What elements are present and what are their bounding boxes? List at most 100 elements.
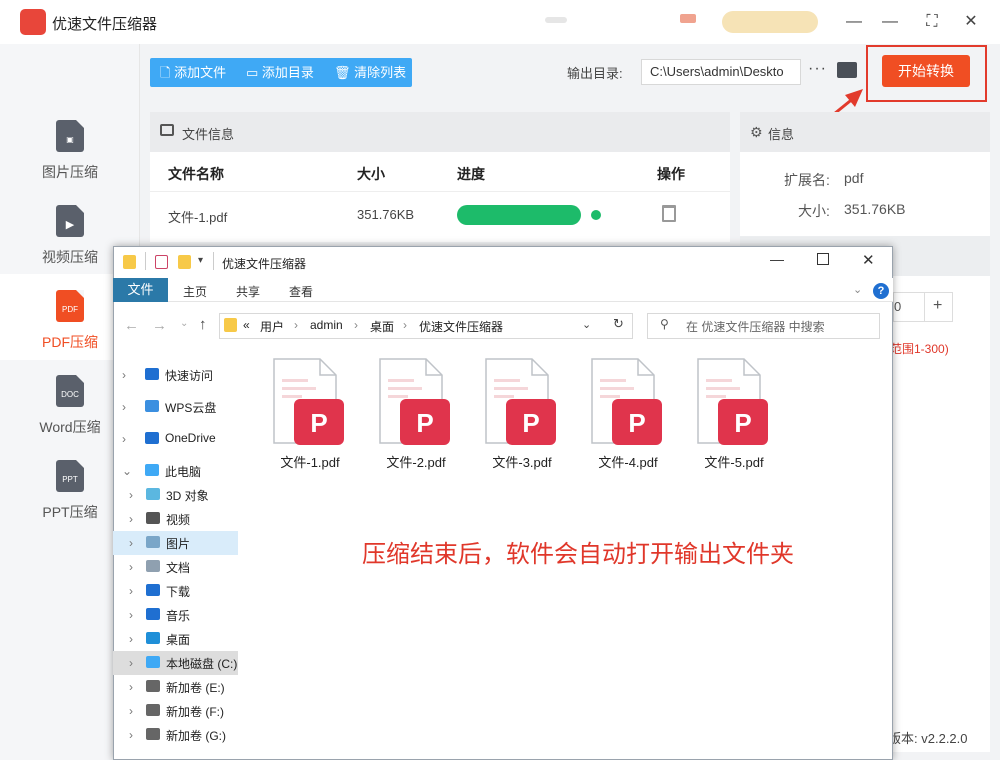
file-name-label[interactable]: 文件-5.pdf — [684, 452, 784, 471]
trash-icon: 🗑 — [334, 65, 355, 80]
delete-icon[interactable] — [662, 205, 676, 222]
properties-icon[interactable] — [155, 255, 168, 269]
increment-button[interactable]: + — [933, 297, 942, 315]
tree-item[interactable]: › 新加卷 (G:) — [113, 723, 238, 747]
chevron-right-icon[interactable]: › — [129, 584, 133, 598]
chevron-right-icon[interactable]: › — [129, 728, 133, 742]
quality-stepper[interactable]: 0 + — [893, 292, 953, 322]
tree-item-label: 新加卷 (F:) — [166, 705, 224, 719]
row-divider — [150, 191, 730, 192]
tree-item[interactable]: › OneDrive — [113, 427, 238, 451]
tree-item-label: 桌面 — [166, 633, 191, 647]
tree-item-label: 文档 — [166, 561, 191, 575]
address-dropdown-icon[interactable]: ⌄ — [582, 318, 591, 331]
minimize-button-2[interactable]: — — [878, 10, 902, 34]
minimize-button[interactable]: — — [842, 10, 866, 34]
pdf-file-icon[interactable]: P — [272, 357, 346, 447]
version-value: v2.2.2.0 — [921, 731, 968, 746]
stepper-divider — [924, 293, 925, 321]
tree-item[interactable]: › 本地磁盘 (C:) — [113, 651, 238, 675]
up-button[interactable]: ↑ — [199, 316, 207, 333]
breadcrumb-current[interactable]: 优速文件压缩器 — [419, 318, 503, 335]
chevron-down-icon[interactable]: ⌄ — [122, 464, 132, 478]
file-panel-title: 文件信息 — [182, 127, 235, 142]
chevron-right-icon[interactable]: › — [122, 400, 126, 414]
breadcrumb-admin[interactable]: admin — [310, 318, 343, 332]
explorer-close-button[interactable]: ✕ — [862, 251, 875, 269]
tree-item[interactable]: › 音乐 — [113, 603, 238, 627]
chevron-right-icon[interactable]: › — [129, 680, 133, 694]
quick-access-dropdown-icon[interactable]: ▾ — [198, 255, 203, 266]
open-folder-icon[interactable] — [837, 62, 857, 78]
close-button[interactable]: ✕ — [959, 10, 983, 34]
tree-item[interactable]: › 图片 — [113, 531, 238, 555]
column-header: 大小 — [357, 166, 385, 182]
refresh-icon[interactable]: ↻ — [613, 316, 624, 332]
start-convert-button[interactable]: 开始转换 — [882, 55, 970, 87]
tree-item[interactable]: ⌄ 此电脑 — [113, 459, 238, 483]
tree-item[interactable]: › 3D 对象 — [113, 483, 238, 507]
fullscreen-button[interactable]: ⛶ — [920, 10, 944, 34]
add-file-button[interactable]: 🗋 添加文件 — [160, 58, 226, 87]
forward-button[interactable]: → — [152, 317, 167, 334]
tree-item[interactable]: › 文档 — [113, 555, 238, 579]
more-options-button[interactable]: ··· — [808, 60, 827, 78]
tree-item-label: 图片 — [166, 537, 191, 551]
range-hint: 范围1-300) — [890, 342, 949, 356]
tab-file[interactable]: 文件 — [113, 278, 168, 302]
breadcrumb-users[interactable]: 用户 — [260, 318, 284, 335]
app-logo-icon — [20, 9, 46, 35]
ribbon-expand-icon[interactable]: ⌄ — [853, 283, 862, 296]
film-icon — [146, 512, 160, 524]
help-icon[interactable]: ? — [873, 283, 889, 299]
explorer-minimize-button[interactable]: — — [770, 251, 784, 267]
version-info: 版本: v2.2.2.0 — [888, 728, 968, 747]
tree-item[interactable]: › 新加卷 (E:) — [113, 675, 238, 699]
breadcrumb-desktop[interactable]: 桌面 — [370, 318, 394, 335]
pdf-file-icon[interactable]: P — [696, 357, 770, 447]
tree-item[interactable]: › WPS云盘 — [113, 395, 238, 419]
new-folder-icon[interactable] — [178, 255, 191, 269]
desktop-icon — [146, 632, 160, 644]
add-folder-button[interactable]: ▭ 添加目录 — [246, 58, 314, 87]
tab-home[interactable]: 主页 — [183, 283, 207, 300]
chevron-right-icon[interactable]: › — [122, 368, 126, 382]
chevron-right-icon[interactable]: › — [129, 704, 133, 718]
sidebar-item-image[interactable]: ▣ 图片压缩 — [0, 120, 140, 200]
tree-item[interactable]: › 视频 — [113, 507, 238, 531]
tree-item[interactable]: › 快速访问 — [113, 363, 238, 387]
breadcrumb-overflow[interactable]: « — [243, 318, 250, 332]
file-name-label[interactable]: 文件-2.pdf — [366, 452, 466, 471]
pdf-file-icon[interactable]: P — [484, 357, 558, 447]
file-name-label[interactable]: 文件-3.pdf — [472, 452, 572, 471]
tree-item[interactable]: › 桌面 — [113, 627, 238, 651]
chevron-right-icon[interactable]: › — [129, 488, 133, 502]
tab-view[interactable]: 查看 — [289, 283, 313, 300]
output-dir-input[interactable]: C:\Users\admin\Deskto — [641, 59, 801, 85]
column-header: 文件名称 — [168, 166, 224, 182]
chevron-right-icon[interactable]: › — [129, 536, 133, 550]
info-panel-title: 信息 — [768, 127, 795, 142]
tree-item[interactable]: › 新加卷 (F:) — [113, 699, 238, 723]
file-name-label[interactable]: 文件-1.pdf — [260, 452, 360, 471]
explorer-title: 优速文件压缩器 — [222, 257, 307, 271]
chevron-right-icon[interactable]: › — [129, 560, 133, 574]
explorer-maximize-button[interactable] — [817, 253, 829, 265]
chevron-right-icon[interactable]: › — [129, 656, 133, 670]
recent-dropdown-icon[interactable]: ⌄ — [180, 318, 188, 329]
tree-item-label: 本地磁盘 (C:) — [166, 657, 238, 671]
chevron-right-icon[interactable]: › — [129, 512, 133, 526]
breadcrumb-separator: › — [294, 318, 298, 332]
chevron-right-icon[interactable]: › — [129, 608, 133, 622]
tree-item-label: 新加卷 (G:) — [166, 729, 226, 743]
pdf-file-icon[interactable]: P — [378, 357, 452, 447]
chevron-right-icon[interactable]: › — [129, 632, 133, 646]
file-name-label[interactable]: 文件-4.pdf — [578, 452, 678, 471]
back-button[interactable]: ← — [124, 317, 139, 334]
clear-list-button[interactable]: 🗑 清除列表 — [334, 58, 406, 87]
tab-share[interactable]: 共享 — [236, 283, 260, 300]
chevron-right-icon[interactable]: › — [122, 432, 126, 446]
pdf-file-icon[interactable]: P — [590, 357, 664, 447]
tree-item[interactable]: › 下载 — [113, 579, 238, 603]
file-action-group: 🗋 添加文件 ▭ 添加目录 🗑 清除列表 — [150, 58, 412, 87]
